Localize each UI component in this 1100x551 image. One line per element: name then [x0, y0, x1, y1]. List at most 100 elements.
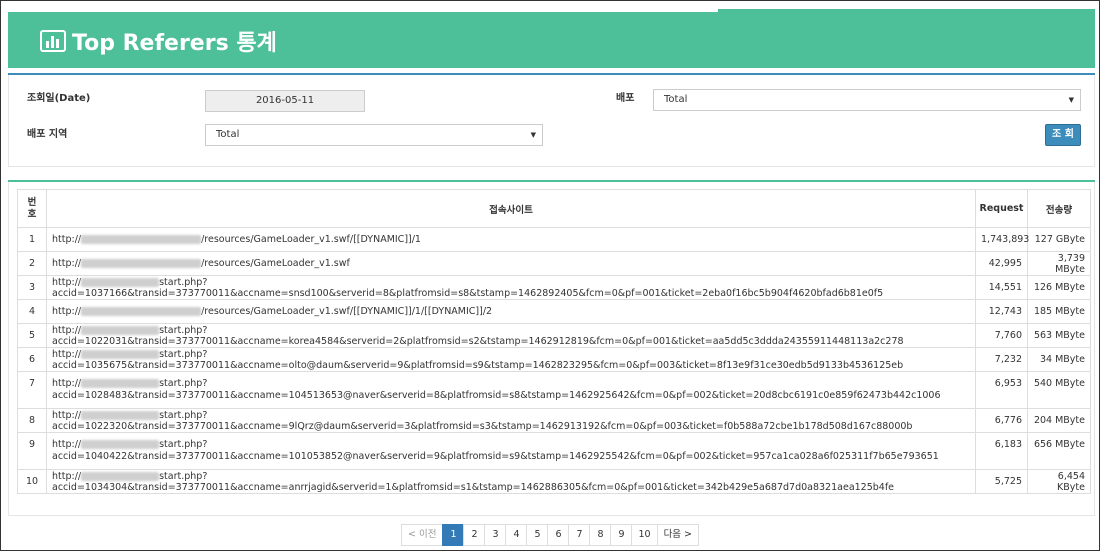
- pagination-page-9[interactable]: 9: [610, 524, 633, 546]
- cell-request: 1,743,893: [975, 227, 1029, 252]
- dist-label: 배포: [616, 93, 635, 104]
- cell-request: 6,183: [975, 432, 1028, 470]
- site-path: start.php?accid=1022031&transid=37377001…: [52, 324, 904, 347]
- cell-transfer: 6,454 KByte: [1027, 469, 1091, 494]
- pagination-page-10[interactable]: 10: [631, 524, 658, 546]
- cell-transfer: 126 MByte: [1027, 275, 1091, 300]
- pagination-page-6[interactable]: 6: [547, 524, 570, 546]
- cell-site[interactable]: http:// /resources/GameLoader_v1.swf/[[DY…: [46, 299, 976, 324]
- page-title: Top Referers 통계: [40, 25, 277, 57]
- redacted-host: [81, 307, 202, 316]
- cell-transfer: 656 MByte: [1027, 432, 1091, 470]
- cell-transfer: 540 MByte: [1027, 371, 1091, 409]
- cell-site[interactable]: http://start.php?accid=1035675&transid=3…: [46, 347, 976, 372]
- cell-request: 5,725: [975, 469, 1028, 494]
- pagination: < 이전 1 2 3 4 5 6 7 8 9 10 다음 >: [401, 524, 700, 546]
- col-header-request: Request: [975, 189, 1028, 228]
- table-header-row: 번호 접속사이트 Request 전송량: [17, 189, 1091, 228]
- site-prefix: http://: [52, 439, 82, 450]
- redacted-host: [81, 349, 160, 359]
- dist-select-value: Total: [664, 94, 688, 105]
- pagination-prev[interactable]: < 이전: [401, 524, 444, 546]
- cell-site[interactable]: http:// /resources/GameLoader_v1.swf/[[DY…: [46, 227, 976, 252]
- referers-table: 번호 접속사이트 Request 전송량 1 http:// /resources/…: [17, 189, 1091, 494]
- cell-site[interactable]: http:// /resources/GameLoader_v1.swf: [46, 251, 976, 276]
- pagination-next[interactable]: 다음 >: [656, 524, 700, 546]
- cell-transfer: 185 MByte: [1027, 299, 1091, 324]
- cell-no: 9: [17, 432, 47, 470]
- site-path: start.php?: [159, 378, 208, 389]
- pagination-page-8[interactable]: 8: [589, 524, 612, 546]
- cell-no: 4: [17, 299, 47, 324]
- cell-site[interactable]: http://start.php?accid=1037166&transid=3…: [46, 275, 976, 300]
- site-prefix: http://: [52, 378, 82, 389]
- site-prefix: http://: [52, 306, 82, 317]
- site-prefix: http://: [52, 409, 82, 421]
- page-frame: Top Referers 통계 조회일(Date) 2016-05-11 배포 …: [0, 0, 1100, 551]
- cell-no: 3: [17, 275, 47, 300]
- page-title-text: Top Referers 통계: [72, 31, 277, 56]
- site-path: /resources/GameLoader_v1.swf/[[DYNAMIC]]…: [201, 306, 493, 317]
- table-row: 8 http://start.php?accid=1022320&transid=…: [17, 408, 1091, 433]
- caret-down-icon: ▼: [1068, 96, 1074, 104]
- table-body: 1 http:// /resources/GameLoader_v1.swf/[[D…: [17, 227, 1091, 494]
- cell-transfer: 34 MByte: [1027, 347, 1091, 372]
- site-path: start.php?accid=1035675&transid=37377001…: [52, 348, 904, 371]
- site-prefix: http://: [52, 234, 82, 245]
- redacted-host: [81, 325, 160, 335]
- col-header-site: 접속사이트: [46, 189, 976, 228]
- site-prefix: http://: [52, 348, 82, 360]
- page-header: Top Referers 통계: [8, 9, 1095, 68]
- pagination-page-7[interactable]: 7: [568, 524, 591, 546]
- cell-site[interactable]: http:// start.php? accid=1040422&transid=3…: [46, 432, 976, 470]
- dist-select[interactable]: Total ▼: [653, 89, 1081, 111]
- pagination-page-3[interactable]: 3: [484, 524, 507, 546]
- site-path: start.php?accid=1037166&transid=37377001…: [52, 276, 884, 299]
- redacted-host: [81, 440, 160, 449]
- cell-no: 6: [17, 347, 47, 372]
- date-input[interactable]: 2016-05-11: [205, 90, 365, 112]
- site-prefix: http://: [52, 276, 82, 288]
- cell-transfer: 563 MByte: [1027, 323, 1091, 348]
- search-button[interactable]: 조 회: [1045, 124, 1081, 146]
- redacted-host: [81, 235, 202, 244]
- table-panel: 번호 접속사이트 Request 전송량 1 http:// /resources/…: [8, 182, 1095, 516]
- col-header-transfer: 전송량: [1027, 189, 1091, 228]
- region-select-value: Total: [216, 129, 240, 140]
- cell-request: 7,760: [975, 323, 1028, 348]
- cell-request: 6,953: [975, 371, 1028, 409]
- pagination-page-4[interactable]: 4: [505, 524, 528, 546]
- cell-request: 12,743: [975, 299, 1028, 324]
- table-row: 7 http:// start.php? accid=1028483&transid=…: [17, 371, 1091, 409]
- site-path: /resources/GameLoader_v1.swf: [201, 258, 350, 269]
- table-row: 6 http://start.php?accid=1035675&transid=…: [17, 347, 1091, 372]
- table-row: 10 http://start.php?accid=1034304&transid…: [17, 469, 1091, 494]
- bar-chart-icon: [40, 30, 66, 52]
- pagination-page-5[interactable]: 5: [526, 524, 549, 546]
- filter-panel: 조회일(Date) 2016-05-11 배포 Total ▼ 배포 지역 To…: [8, 75, 1095, 167]
- cell-request: 7,232: [975, 347, 1028, 372]
- cell-site[interactable]: http://start.php?accid=1034304&transid=3…: [46, 469, 976, 494]
- cell-transfer: 204 MByte: [1027, 408, 1091, 433]
- cell-transfer: 3,739 MByte: [1027, 251, 1091, 276]
- cell-no: 2: [17, 251, 47, 276]
- region-select[interactable]: Total ▼: [205, 124, 543, 146]
- cell-request: 6,776: [975, 408, 1028, 433]
- caret-down-icon: ▼: [530, 131, 536, 139]
- cell-no: 7: [17, 371, 47, 409]
- redacted-host: [81, 379, 160, 388]
- table-row: 2 http:// /resources/GameLoader_v1.swf 42,9…: [17, 251, 1091, 276]
- redacted-host: [81, 259, 202, 268]
- cell-no: 1: [17, 227, 47, 252]
- site-query: accid=1040422&transid=373770011&accname=…: [52, 451, 939, 462]
- pagination-page-2[interactable]: 2: [463, 524, 486, 546]
- site-prefix: http://: [52, 324, 82, 336]
- cell-site[interactable]: http://start.php?accid=1022320&transid=3…: [46, 408, 976, 433]
- pagination-page-1[interactable]: 1: [442, 524, 465, 546]
- site-prefix: http://: [52, 258, 82, 269]
- site-query: accid=1028483&transid=373770011&accname=…: [52, 390, 941, 401]
- cell-site[interactable]: http://start.php?accid=1022031&transid=3…: [46, 323, 976, 348]
- cell-site[interactable]: http:// start.php? accid=1028483&transid=3…: [46, 371, 976, 409]
- site-prefix: http://: [52, 470, 82, 482]
- cell-no: 8: [17, 408, 47, 433]
